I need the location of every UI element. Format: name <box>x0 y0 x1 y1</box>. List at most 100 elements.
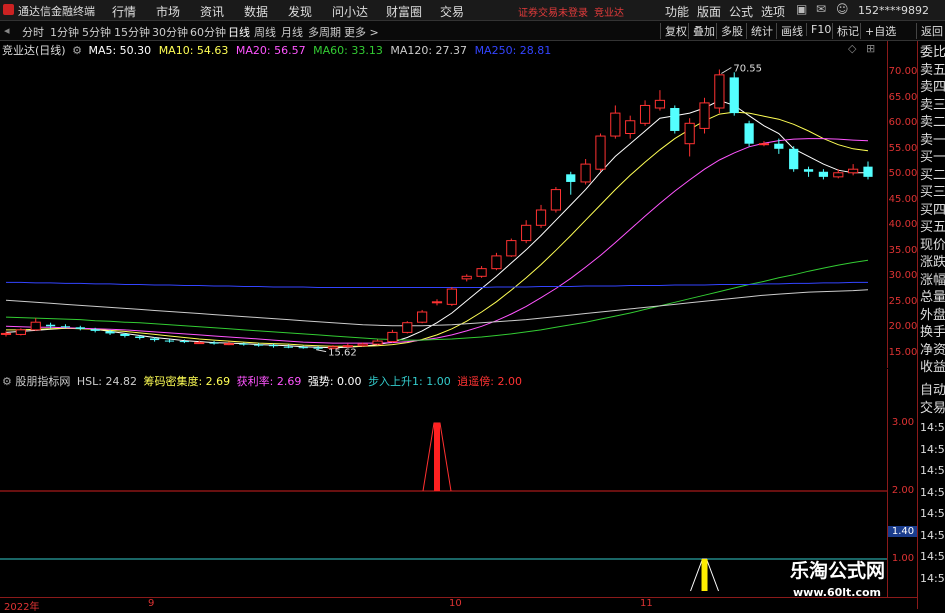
menu-trade[interactable]: 交易 <box>440 3 464 20</box>
indicator-tick-label: 2.00 <box>891 485 915 496</box>
candle-body <box>313 347 323 349</box>
add-watchlist-button[interactable]: +自选 <box>860 23 896 39</box>
candle-body <box>342 345 353 348</box>
trade-login-alert[interactable]: 证券交易未登录 <box>518 4 588 19</box>
price-tick-label: 30.00 <box>888 270 918 282</box>
candle-body <box>684 122 695 145</box>
date-axis: 2022年 9 10 11 <box>0 597 917 613</box>
candle-body <box>491 255 502 270</box>
quote-panel-item[interactable]: 交易 <box>920 401 945 416</box>
candle-body <box>535 209 547 226</box>
quote-panel-item: 买三 <box>920 185 945 200</box>
period-multi[interactable]: 多周期 <box>308 24 341 40</box>
candle-body <box>150 338 160 341</box>
candle-body <box>268 345 279 347</box>
candle-body <box>625 120 636 134</box>
menu-formula[interactable]: 公式 <box>729 3 753 20</box>
menu-options[interactable]: 选项 <box>761 3 785 20</box>
mark-button[interactable]: 标记 <box>832 23 859 39</box>
watermark-url: www.60lt.com <box>793 586 882 599</box>
stats-button[interactable]: 统计 <box>746 23 773 39</box>
quote-panel-item: 涨幅 <box>920 272 945 288</box>
draw-button[interactable]: 画线 <box>776 23 803 39</box>
quote-panel-item: 委比 <box>920 45 945 60</box>
quote-panel-item: 卖一 <box>920 132 945 148</box>
candle-body <box>372 340 383 345</box>
quote-panel-item: 卖四 <box>920 80 945 95</box>
quote-panel-item: 卖三 <box>920 97 945 113</box>
ma-line-ma20 <box>5 138 869 344</box>
candle-body <box>60 326 71 328</box>
period-daily[interactable]: 日线 <box>228 24 250 40</box>
menu-wealth[interactable]: 财富圈 <box>386 3 422 20</box>
candle-body <box>209 342 219 344</box>
date-label-nov: 11 <box>640 598 653 609</box>
indicator-tick-label: 1.00 <box>891 553 915 564</box>
skin-icon[interactable]: ▣ <box>796 2 807 16</box>
quote-panel-item: 卖五 <box>920 62 945 78</box>
red-spike-bar <box>434 423 440 491</box>
period-1min[interactable]: 1分钟 <box>50 24 79 40</box>
date-label-sep: 9 <box>148 598 155 609</box>
quote-panel-item: 14:56 <box>920 507 945 520</box>
menu-discover[interactable]: 发现 <box>288 3 312 20</box>
period-weekly[interactable]: 周线 <box>254 24 276 40</box>
period-30min[interactable]: 30分钟 <box>152 24 188 40</box>
candle-body <box>803 169 814 172</box>
multi-stock-button[interactable]: 多股 <box>716 23 743 39</box>
period-60min[interactable]: 60分钟 <box>190 24 226 40</box>
menu-data[interactable]: 数据 <box>244 3 268 20</box>
menu-quotes[interactable]: 行情 <box>112 3 136 20</box>
adjust-button[interactable]: 复权 <box>660 23 687 39</box>
menu-layout[interactable]: 版面 <box>697 3 721 20</box>
candle-body <box>223 343 235 346</box>
overlay-button[interactable]: 叠加 <box>688 23 715 39</box>
menu-xiaoda[interactable]: 问小达 <box>332 3 368 20</box>
candle-body <box>298 347 308 349</box>
candle-body <box>566 174 576 182</box>
f10-button[interactable]: F10 <box>806 23 831 36</box>
candle-body <box>15 329 26 335</box>
candle-body <box>164 340 175 342</box>
candle-body <box>506 240 517 257</box>
candle-body <box>654 99 666 109</box>
price-tick-label: 25.00 <box>888 295 918 307</box>
indicator-chart[interactable] <box>0 369 887 597</box>
quote-panel-item: 涨跌 <box>920 255 945 270</box>
candle-body <box>446 288 457 305</box>
user-icon[interactable]: ☺ <box>836 2 849 16</box>
candle-body <box>729 77 739 114</box>
candle-body <box>610 112 621 137</box>
menu-news[interactable]: 资讯 <box>200 3 224 20</box>
menu-market[interactable]: 市场 <box>156 3 180 20</box>
kline-chart[interactable]: 70.55 15.62 <box>0 41 887 368</box>
candle-body <box>758 143 770 146</box>
candle-body <box>283 346 293 348</box>
collapse-icon[interactable]: ◂ <box>4 24 10 37</box>
candle-body <box>75 327 85 329</box>
candle-body <box>744 123 754 144</box>
quote-panel-item: 买二 <box>920 167 945 183</box>
quote-panel-item: 14:56 <box>920 421 945 434</box>
back-button[interactable]: 返回 <box>916 23 943 39</box>
low-price-label: 15.62 <box>328 348 357 359</box>
candle-body <box>774 143 784 149</box>
candle-body <box>239 343 249 345</box>
price-tick-label: 40.00 <box>888 219 918 231</box>
candle-body <box>387 331 398 343</box>
period-15min[interactable]: 15分钟 <box>114 24 150 40</box>
account-id[interactable]: 152****9892 <box>858 4 929 17</box>
high-marker-line <box>721 67 732 74</box>
period-minute[interactable]: 分时 <box>22 24 44 40</box>
menu-function[interactable]: 功能 <box>665 3 689 20</box>
period-more[interactable]: 更多 > <box>344 24 379 40</box>
candle-body <box>833 172 844 178</box>
candle-body <box>848 168 859 174</box>
period-monthly[interactable]: 月线 <box>281 24 303 40</box>
ma-line-ma10 <box>6 111 869 347</box>
message-icon[interactable]: ✉ <box>816 2 826 16</box>
period-5min[interactable]: 5分钟 <box>82 24 111 40</box>
quote-panel-item[interactable]: 自动 <box>920 384 945 398</box>
period-toolbar: ◂ 分时 1分钟 5分钟 15分钟 30分钟 60分钟 日线 周线 月线 多周期… <box>0 21 945 41</box>
candle-body <box>90 329 100 331</box>
